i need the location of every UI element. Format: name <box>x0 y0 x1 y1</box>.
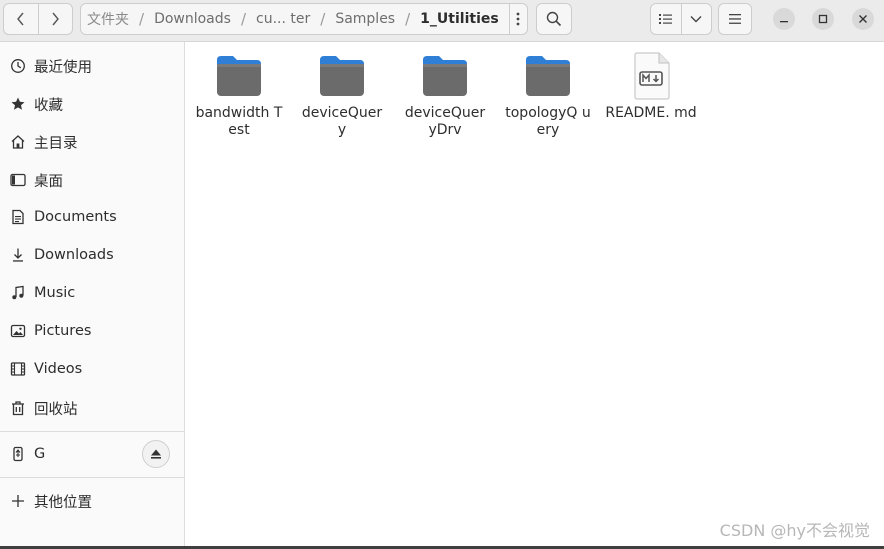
eject-button[interactable] <box>142 440 170 468</box>
music-icon <box>10 285 26 301</box>
download-icon <box>10 247 26 263</box>
eject-icon <box>151 449 161 459</box>
folder-icon <box>213 50 265 102</box>
close-button[interactable] <box>852 8 874 30</box>
sidebar-item-documents[interactable]: Documents <box>0 200 184 234</box>
sidebar-item-downloads[interactable]: Downloads <box>0 238 184 272</box>
sidebar-item-trash[interactable]: 回收站 <box>0 391 184 425</box>
breadcrumb-cuda[interactable]: cu... ter <box>246 11 320 27</box>
forward-button[interactable] <box>37 4 72 34</box>
minimize-icon <box>780 21 788 23</box>
folder-icon <box>419 50 471 102</box>
search-icon <box>546 11 562 27</box>
markdown-file-icon <box>625 50 677 102</box>
file-name: topologyQ uery <box>505 105 591 138</box>
sidebar-item-home[interactable]: 主目录 <box>0 125 184 159</box>
path-menu-button[interactable] <box>508 4 527 34</box>
sidebar-divider <box>0 477 184 478</box>
minimize-button[interactable] <box>773 8 795 30</box>
sidebar-item-label: Videos <box>34 361 83 377</box>
chevron-left-icon <box>17 12 24 26</box>
maximize-button[interactable] <box>812 8 834 30</box>
picture-icon <box>10 323 26 339</box>
sidebar-item-starred[interactable]: 收藏 <box>0 87 184 121</box>
file-item-folder[interactable]: deviceQuer y <box>292 50 392 139</box>
clock-icon <box>10 58 26 74</box>
sidebar: 最近使用 收藏 主目录 桌面 Documents Downloads Music… <box>0 42 185 549</box>
file-name: README. md <box>605 105 697 121</box>
folder-icon <box>316 50 368 102</box>
file-name: deviceQuer y <box>301 105 383 138</box>
folder-icon <box>522 50 574 102</box>
maximize-icon <box>818 14 828 24</box>
sidebar-item-music[interactable]: Music <box>0 276 184 310</box>
usb-drive-icon <box>10 446 26 462</box>
file-name: bandwidth Test <box>195 105 283 138</box>
sidebar-item-label: Downloads <box>34 247 114 263</box>
breadcrumb-downloads[interactable]: Downloads <box>144 11 241 27</box>
close-icon <box>859 15 867 23</box>
back-button[interactable] <box>4 4 38 34</box>
sidebar-item-recent[interactable]: 最近使用 <box>0 49 184 83</box>
sidebar-item-videos[interactable]: Videos <box>0 352 184 386</box>
header-bar: 文件夹 / Downloads / cu... ter / Samples / … <box>0 0 884 42</box>
sidebar-item-label: 桌面 <box>34 173 63 190</box>
sidebar-item-pictures[interactable]: Pictures <box>0 314 184 348</box>
file-name: deviceQuer yDrv <box>404 105 486 138</box>
video-icon <box>10 361 26 377</box>
file-item-folder[interactable]: bandwidth Test <box>189 50 289 139</box>
view-options <box>650 3 712 35</box>
sidebar-item-desktop[interactable]: 桌面 <box>0 163 184 197</box>
search-button[interactable] <box>536 3 572 35</box>
list-view-icon <box>658 14 672 24</box>
star-icon <box>10 96 26 112</box>
navigation-buttons <box>3 3 73 35</box>
sidebar-item-label: 最近使用 <box>34 59 92 76</box>
file-view: bandwidth Test deviceQuer y deviceQuer y… <box>185 42 884 549</box>
sidebar-item-label: 主目录 <box>34 135 78 152</box>
file-item-folder[interactable]: deviceQuer yDrv <box>395 50 495 139</box>
watermark: CSDN @hy不会视觉 <box>719 521 870 540</box>
hamburger-icon <box>729 14 741 24</box>
sidebar-item-label: G <box>34 446 46 462</box>
list-view-button[interactable] <box>651 4 681 34</box>
breadcrumb-folder[interactable]: 文件夹 <box>81 9 139 29</box>
chevron-right-icon <box>52 12 60 26</box>
sidebar-item-other-locations[interactable]: 其他位置 <box>0 484 184 518</box>
plus-icon <box>10 493 26 509</box>
file-item-folder[interactable]: topologyQ uery <box>498 50 598 139</box>
sidebar-item-label: Documents <box>34 209 117 225</box>
trash-icon <box>10 400 26 416</box>
main-menu-button[interactable] <box>718 3 752 35</box>
breadcrumb-current[interactable]: 1_Utilities <box>410 11 509 27</box>
sidebar-divider <box>0 431 184 432</box>
desktop-icon <box>10 172 26 188</box>
sidebar-item-label: Pictures <box>34 323 92 339</box>
path-bar: 文件夹 / Downloads / cu... ter / Samples / … <box>80 3 528 35</box>
sidebar-item-label: 其他位置 <box>34 494 92 511</box>
vertical-dots-icon <box>516 12 520 26</box>
breadcrumb-samples[interactable]: Samples <box>325 11 405 27</box>
document-icon <box>10 209 26 225</box>
chevron-down-icon <box>690 16 702 23</box>
home-icon <box>10 134 26 150</box>
file-item-markdown[interactable]: README. md <box>601 50 701 122</box>
sidebar-item-label: Music <box>34 285 76 301</box>
sidebar-item-label: 回收站 <box>34 401 78 418</box>
view-dropdown-button[interactable] <box>680 4 711 34</box>
sidebar-item-label: 收藏 <box>34 97 63 114</box>
